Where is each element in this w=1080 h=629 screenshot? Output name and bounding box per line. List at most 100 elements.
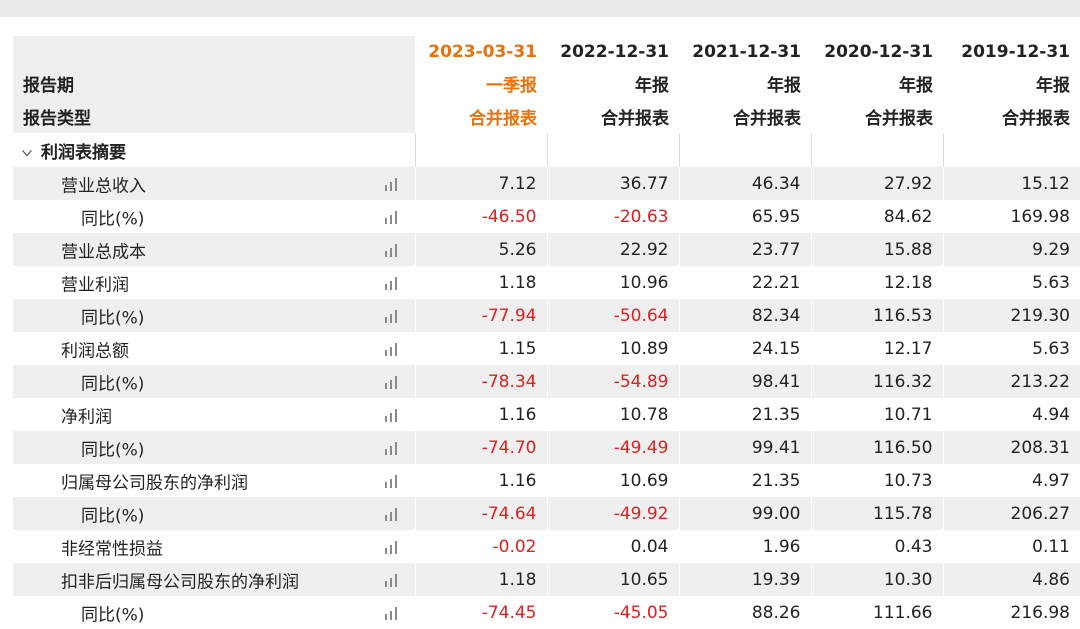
row-label: 营业总成本 [61,242,146,262]
value-cell: 84.62 [810,200,943,233]
bar-chart-icon[interactable] [383,540,401,554]
column-date-1[interactable]: 2023-03-31 [415,36,547,67]
value-cell: 1.16 [414,464,547,497]
value-cell: -78.34 [414,365,547,398]
section-title-cell[interactable]: 利润表摘要 [13,133,415,167]
bar-chart-icon[interactable] [383,309,401,323]
bar-chart-icon[interactable] [383,606,401,620]
bar-chart-icon[interactable] [383,210,401,224]
row-label-cell: 净利润 [13,398,415,431]
value-cell: 82.34 [678,299,811,332]
value-cell: 65.95 [678,200,811,233]
table-row: 同比(%) -46.50 -20.63 65.95 84.62 169.98 [13,200,1080,233]
value-cell: 115.78 [810,497,943,530]
bar-chart-icon[interactable] [383,573,401,587]
value-cell: 27.92 [810,167,943,200]
value-cell: 4.97 [942,464,1080,497]
row-label-cell: 同比(%) [13,497,415,530]
value-cell: -74.45 [414,596,547,629]
column-date-5[interactable]: 2019-12-31 [943,36,1080,67]
row-label: 归属母公司股东的净利润 [61,473,248,493]
value-cell: 10.89 [546,332,679,365]
column-date-2[interactable]: 2022-12-31 [547,36,679,67]
table-row: 非经常性损益 -0.02 0.04 1.96 0.43 0.11 [13,530,1080,563]
column-period-3: 年报 [679,67,811,100]
value-cell: 4.94 [942,398,1080,431]
table-row: 营业总收入 7.12 36.77 46.34 27.92 15.12 [13,167,1080,200]
row-label: 净利润 [61,407,112,427]
section-empty-1 [414,133,547,167]
table-row: 同比(%) -77.94 -50.64 82.34 116.53 219.30 [13,299,1080,332]
value-cell: 213.22 [942,365,1080,398]
value-cell: 9.29 [942,233,1080,266]
row-label-cell: 同比(%) [13,596,415,629]
value-cell: -45.05 [546,596,679,629]
value-cell: 12.18 [810,266,943,299]
row-label-cell: 非经常性损益 [13,530,415,563]
section-empty-3 [678,133,811,167]
bar-chart-icon[interactable] [383,507,401,521]
bar-chart-icon[interactable] [383,441,401,455]
bar-chart-icon[interactable] [383,342,401,356]
table-row: 扣非后归属母公司股东的净利润 1.18 10.65 19.39 10.30 4.86 [13,563,1080,596]
value-cell: 169.98 [942,200,1080,233]
column-date-4[interactable]: 2020-12-31 [811,36,943,67]
row-label: 利润总额 [61,341,129,361]
value-cell: 219.30 [942,299,1080,332]
row-label-cell: 营业总成本 [13,233,415,266]
chevron-down-icon[interactable] [21,147,33,159]
report-type-label: 报告类型 [13,100,415,133]
value-cell: -49.92 [546,497,679,530]
column-period-4: 年报 [811,67,943,100]
column-type-2: 合并报表 [547,100,679,133]
column-type-4: 合并报表 [811,100,943,133]
section-empty-4 [810,133,943,167]
value-cell: 5.63 [942,332,1080,365]
bar-chart-icon[interactable] [383,375,401,389]
value-cell: 10.69 [546,464,679,497]
value-cell: 7.12 [414,167,547,200]
value-cell: 1.16 [414,398,547,431]
row-label-cell: 同比(%) [13,200,415,233]
value-cell: 46.34 [678,167,811,200]
value-cell: 10.78 [546,398,679,431]
row-label: 营业总收入 [61,176,146,196]
section-title: 利润表摘要 [41,142,126,163]
table-row: 归属母公司股东的净利润 1.16 10.69 21.35 10.73 4.97 [13,464,1080,497]
value-cell: 22.92 [546,233,679,266]
column-type-1: 合并报表 [415,100,547,133]
row-label-cell: 营业总收入 [13,167,415,200]
value-cell: 22.21 [678,266,811,299]
table-row: 同比(%) -74.45 -45.05 88.26 111.66 216.98 [13,596,1080,629]
table-row: 同比(%) -74.70 -49.49 99.41 116.50 208.31 [13,431,1080,464]
value-cell: 21.35 [678,464,811,497]
bar-chart-icon[interactable] [383,408,401,422]
bar-chart-icon[interactable] [383,474,401,488]
row-label: 同比(%) [81,605,145,625]
value-cell: -77.94 [414,299,547,332]
value-cell: 88.26 [678,596,811,629]
value-cell: 10.30 [810,563,943,596]
column-type-5: 合并报表 [943,100,1080,133]
bar-chart-icon[interactable] [383,177,401,191]
row-label: 同比(%) [81,209,145,229]
column-period-1: 一季报 [415,67,547,100]
row-label: 同比(%) [81,308,145,328]
value-cell: 1.18 [414,563,547,596]
value-cell: 116.53 [810,299,943,332]
value-cell: 19.39 [678,563,811,596]
row-label-cell: 利润总额 [13,332,415,365]
value-cell: 21.35 [678,398,811,431]
value-cell: 15.12 [942,167,1080,200]
bar-chart-icon[interactable] [383,276,401,290]
value-cell: 116.50 [810,431,943,464]
value-cell: 23.77 [678,233,811,266]
row-label-cell: 同比(%) [13,431,415,464]
section-header[interactable]: 利润表摘要 [13,133,1080,167]
table-row: 同比(%) -74.64 -49.92 99.00 115.78 206.27 [13,497,1080,530]
row-label: 营业利润 [61,275,129,295]
column-date-3[interactable]: 2021-12-31 [679,36,811,67]
bar-chart-icon[interactable] [383,243,401,257]
value-cell: -74.70 [414,431,547,464]
value-cell: 216.98 [942,596,1080,629]
